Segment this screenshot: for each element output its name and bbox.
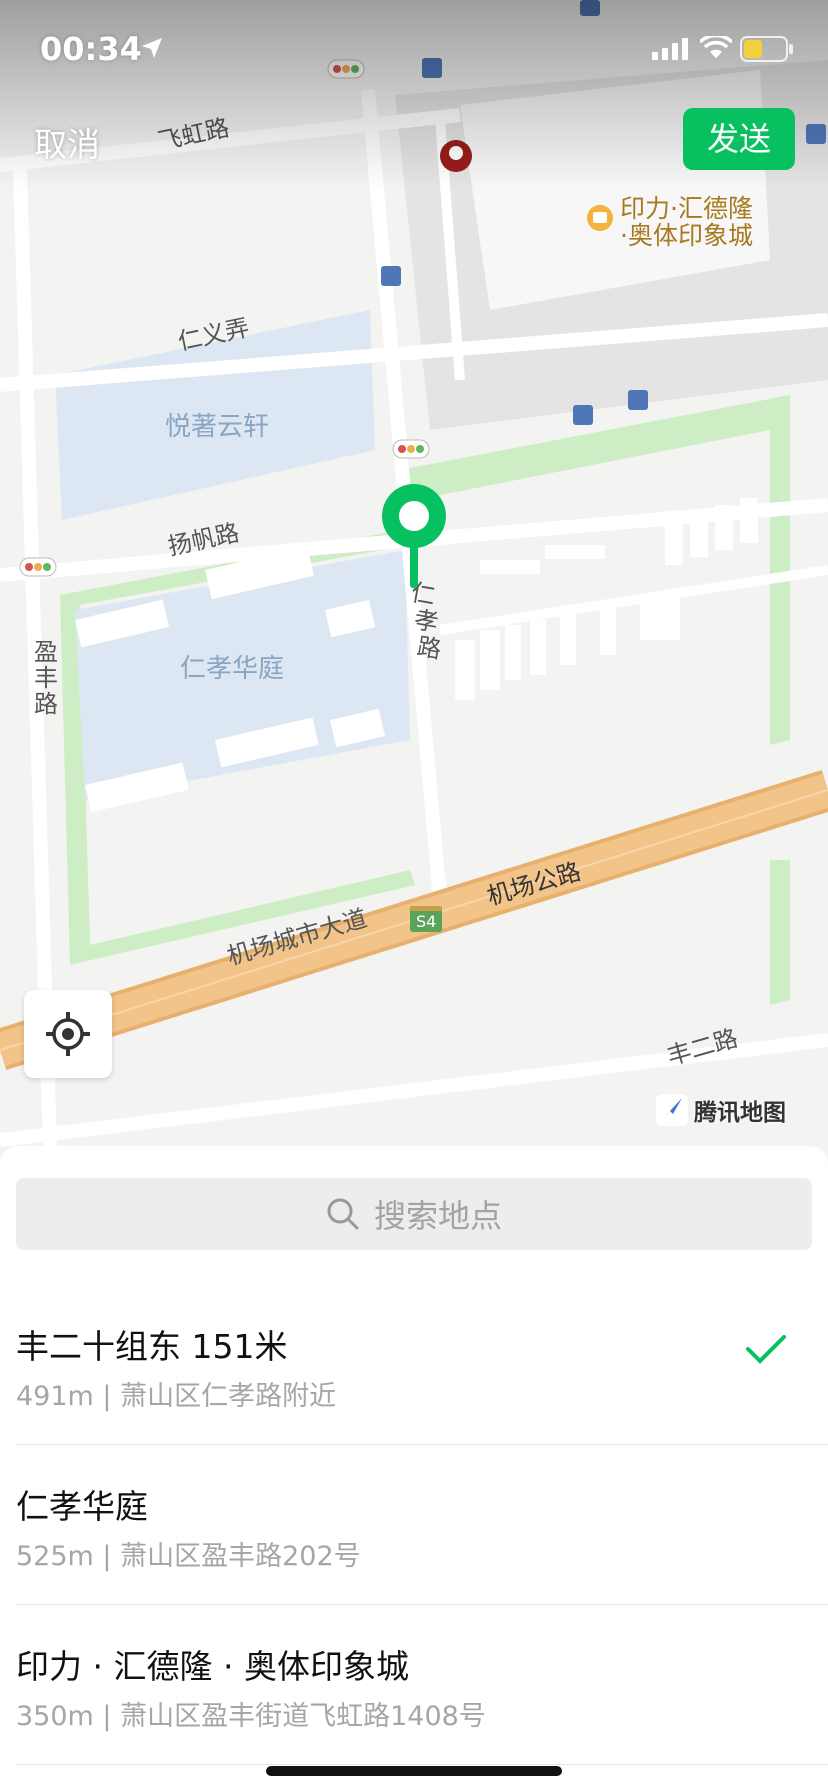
map-brand-label: 腾讯地图 bbox=[694, 1100, 786, 1126]
traffic-light-icon bbox=[19, 557, 57, 577]
bus-stop-icon bbox=[573, 405, 593, 425]
svg-text:路: 路 bbox=[415, 632, 443, 664]
home-indicator bbox=[266, 1766, 562, 1776]
search-input[interactable]: 搜索地点 bbox=[16, 1178, 812, 1250]
result-subtitle: 491m | 萧山区仁孝路附近 bbox=[16, 1381, 337, 1412]
bus-stop-icon bbox=[381, 266, 401, 286]
signal-icon bbox=[652, 38, 688, 60]
map-label-renxiao-huating: 仁孝华庭 bbox=[180, 654, 284, 684]
svg-text:盈: 盈 bbox=[34, 638, 58, 666]
location-picker-sheet: 搜索地点 丰二十组东 151米 491m | 萧山区仁孝路附近 仁孝华庭 525… bbox=[0, 1146, 828, 1792]
svg-text:丰: 丰 bbox=[34, 664, 58, 692]
map-poi-yinli-line2: ·奥体印象城 bbox=[620, 221, 753, 250]
search-icon bbox=[327, 1198, 359, 1230]
send-button[interactable]: 发送 bbox=[683, 108, 795, 170]
status-time: 00:34 bbox=[40, 30, 142, 68]
status-bar: 00:34 bbox=[0, 0, 828, 100]
battery-icon bbox=[740, 36, 793, 62]
result-item[interactable]: 印力 · 汇德隆 · 奥体印象城 350m | 萧山区盈丰街道飞虹路1408号 bbox=[16, 1604, 828, 1765]
result-name: 丰二十组东 151米 bbox=[16, 1327, 288, 1366]
result-name: 仁孝华庭 bbox=[16, 1487, 148, 1526]
svg-text:S4: S4 bbox=[416, 912, 436, 931]
result-subtitle: 525m | 萧山区盈丰路202号 bbox=[16, 1541, 361, 1572]
result-item[interactable]: 仁孝华庭 525m | 萧山区盈丰路202号 bbox=[16, 1444, 828, 1605]
locate-icon bbox=[46, 1012, 90, 1056]
search-placeholder: 搜索地点 bbox=[373, 1197, 502, 1235]
map-provider-brand: 腾讯地图 bbox=[656, 1092, 786, 1128]
cancel-button[interactable]: 取消 bbox=[34, 118, 100, 166]
map-poi-yinli-line1: 印力·汇德隆 bbox=[620, 194, 753, 223]
tencent-map-logo-icon bbox=[656, 1094, 688, 1126]
checkmark-icon bbox=[746, 1335, 786, 1364]
result-subtitle: 350m | 萧山区盈丰街道飞虹路1408号 bbox=[16, 1701, 486, 1732]
locate-me-button[interactable] bbox=[24, 990, 112, 1078]
result-item[interactable]: 丰二十组东 151米 491m | 萧山区仁孝路附近 bbox=[16, 1284, 828, 1445]
wifi-icon bbox=[700, 36, 732, 58]
bus-stop-icon bbox=[628, 390, 648, 410]
result-name: 印力 · 汇德隆 · 奥体印象城 bbox=[16, 1647, 409, 1686]
location-arrow-icon bbox=[142, 38, 162, 58]
map-view[interactable]: 飞虹路 仁义弄 悦著云轩 扬帆路 仁孝华庭 机场城市大道 机场公路 丰二路 仁 … bbox=[0, 0, 828, 1150]
mall-icon bbox=[587, 205, 613, 231]
svg-text:孝: 孝 bbox=[412, 605, 440, 637]
highway-shield-s4: S4 bbox=[410, 906, 442, 932]
svg-text:路: 路 bbox=[34, 690, 58, 718]
traffic-light-icon bbox=[392, 439, 430, 459]
map-label-yueshu-yunxuan: 悦著云轩 bbox=[165, 412, 269, 442]
map-label-yingfeng-road: 盈 丰 路 bbox=[34, 638, 58, 718]
